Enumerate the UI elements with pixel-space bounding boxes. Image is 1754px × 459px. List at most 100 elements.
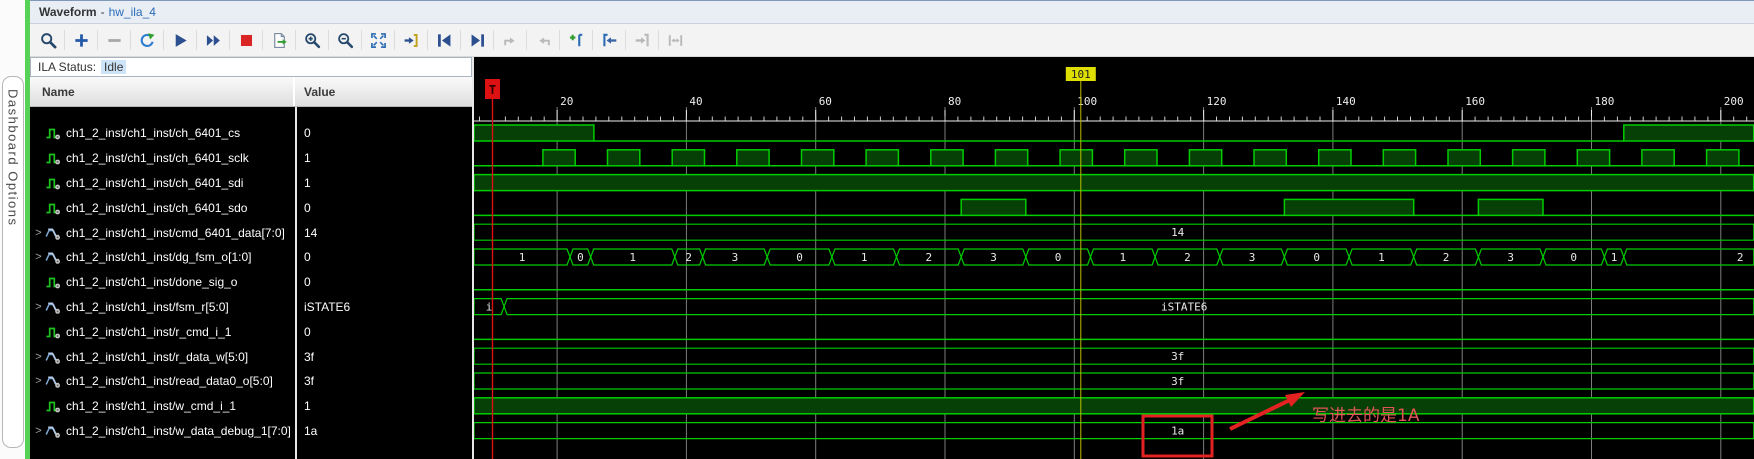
bit-signal-icon bbox=[45, 398, 61, 414]
ila-core-link[interactable]: hw_ila_4 bbox=[109, 5, 156, 19]
signal-name: ch1_2_inst/ch1_inst/done_sig_o bbox=[66, 275, 238, 290]
bus-signal-icon bbox=[45, 373, 61, 389]
bus-signal-icon bbox=[45, 225, 61, 241]
prev-transition-icon bbox=[503, 37, 515, 45]
add-button[interactable] bbox=[68, 27, 94, 53]
svg-text:3: 3 bbox=[990, 251, 997, 264]
toolbar-separator bbox=[592, 30, 593, 50]
dashboard-options-tab[interactable]: Dashboard Options bbox=[2, 76, 24, 448]
stop-icon bbox=[240, 34, 252, 46]
signal-value: 3f bbox=[304, 374, 315, 389]
export-icon bbox=[273, 32, 287, 48]
signal-row[interactable]: ch1_2_inst/ch1_inst/ch_6401_sdo 0 bbox=[30, 195, 472, 220]
goto-end-button[interactable] bbox=[464, 27, 490, 53]
expander-icon[interactable]: > bbox=[32, 301, 45, 313]
signal-row[interactable]: > ch1_2_inst/ch1_inst/read_data0_o[5:0] 3f bbox=[30, 369, 472, 394]
stop-trigger-button[interactable] bbox=[233, 27, 259, 53]
expander-icon[interactable]: > bbox=[32, 251, 45, 263]
toolbar-separator bbox=[328, 30, 329, 50]
export-ila-data-button[interactable] bbox=[266, 27, 292, 53]
zoom-out-icon bbox=[337, 32, 353, 48]
goto-trigger-icon bbox=[404, 33, 418, 47]
svg-text:101: 101 bbox=[1071, 68, 1091, 81]
run-trigger-button[interactable] bbox=[167, 27, 193, 53]
svg-text:1: 1 bbox=[519, 251, 526, 264]
svg-text:1: 1 bbox=[1378, 251, 1385, 264]
signal-row[interactable]: > ch1_2_inst/ch1_inst/cmd_6401_data[7:0] 1… bbox=[30, 220, 472, 245]
waveform-panel[interactable]: 20 40 60 80 100 120 140 160 180 200 14 1 0 1 2 3 0 1 2 3 0 1 2… bbox=[474, 57, 1754, 459]
zoom-fit-button[interactable] bbox=[365, 27, 391, 53]
bit-signal-icon bbox=[45, 175, 61, 191]
next-transition-icon bbox=[538, 37, 550, 45]
signal-row[interactable]: > ch1_2_inst/ch1_inst/fsm_r[5:0] iSTATE6 bbox=[30, 295, 472, 320]
goto-trigger-button[interactable] bbox=[398, 27, 424, 53]
expander-icon[interactable]: > bbox=[32, 351, 45, 363]
svg-text:3: 3 bbox=[1249, 251, 1256, 264]
goto-start-button[interactable] bbox=[431, 27, 457, 53]
bit-signal-icon bbox=[45, 200, 61, 216]
zoom-out-button[interactable] bbox=[332, 27, 358, 53]
goto-end-icon bbox=[471, 33, 484, 47]
column-header-name[interactable]: Name bbox=[30, 77, 295, 106]
run-trigger-immediate-button[interactable] bbox=[200, 27, 226, 53]
expander-icon[interactable]: > bbox=[32, 425, 45, 437]
toolbar-separator bbox=[229, 30, 230, 50]
column-header-value[interactable]: Value bbox=[295, 77, 472, 106]
add-marker-button[interactable] bbox=[563, 27, 589, 53]
signal-name-cell: > ch1_2_inst/ch1_inst/dg_fsm_o[1:0] bbox=[30, 249, 295, 265]
signal-value: 3f bbox=[304, 349, 315, 364]
ila-status-value: Idle bbox=[101, 60, 127, 74]
bit-signal-icon bbox=[45, 274, 61, 290]
zoom-in-button[interactable] bbox=[299, 27, 325, 53]
bit-signal-icon bbox=[45, 125, 61, 141]
signal-row[interactable]: ch1_2_inst/ch1_inst/done_sig_o 0 bbox=[30, 270, 472, 295]
toolbar-separator bbox=[295, 30, 296, 50]
previous-marker-button[interactable] bbox=[596, 27, 622, 53]
svg-text:140: 140 bbox=[1336, 95, 1356, 108]
signal-row[interactable]: ch1_2_inst/ch1_inst/ch_6401_cs 0 bbox=[30, 121, 472, 146]
add-marker-icon bbox=[569, 33, 582, 46]
ila-status-label: ILA Status: bbox=[38, 60, 97, 74]
signal-name: ch1_2_inst/ch1_inst/fsm_r[5:0] bbox=[66, 299, 229, 314]
bit-signal-icon bbox=[45, 150, 61, 166]
next-marker-button bbox=[629, 27, 655, 53]
signal-value: 0 bbox=[304, 324, 311, 339]
svg-text:100: 100 bbox=[1077, 95, 1097, 108]
signal-value: 1 bbox=[304, 151, 311, 166]
rearm-trigger-button[interactable] bbox=[134, 27, 160, 53]
zoom-fit-icon bbox=[370, 32, 386, 48]
bus-signal-icon bbox=[45, 423, 61, 439]
signal-name: ch1_2_inst/ch1_inst/dg_fsm_o[1:0] bbox=[66, 250, 252, 265]
signal-name-cell: ch1_2_inst/ch1_inst/w_cmd_i_1 bbox=[30, 398, 295, 414]
signal-row[interactable]: ch1_2_inst/ch1_inst/w_cmd_i_1 1 bbox=[30, 394, 472, 419]
signal-value: 1a bbox=[304, 423, 318, 438]
run-immediate-icon bbox=[206, 34, 220, 46]
signal-row[interactable]: > ch1_2_inst/ch1_inst/dg_fsm_o[1:0] 0 bbox=[30, 245, 472, 270]
signal-name-cell: > ch1_2_inst/ch1_inst/w_data_debug_1[7:0] bbox=[30, 423, 295, 439]
signal-row[interactable]: ch1_2_inst/ch1_inst/r_cmd_i_1 0 bbox=[30, 319, 472, 344]
signal-row[interactable]: > ch1_2_inst/ch1_inst/w_data_debug_1[7:0]… bbox=[30, 419, 472, 444]
expander-icon[interactable]: > bbox=[32, 375, 45, 387]
swap-markers-icon bbox=[668, 34, 682, 46]
signal-value: 0 bbox=[304, 126, 311, 141]
bus-signal-icon bbox=[45, 249, 61, 265]
svg-text:1: 1 bbox=[861, 251, 868, 264]
add-icon bbox=[74, 33, 88, 47]
signal-name: ch1_2_inst/ch1_inst/r_data_w[5:0] bbox=[66, 349, 249, 364]
signal-name-cell: ch1_2_inst/ch1_inst/ch_6401_cs bbox=[30, 125, 295, 141]
expander-icon[interactable]: > bbox=[32, 227, 45, 239]
search-button[interactable] bbox=[35, 27, 61, 53]
svg-text:3f: 3f bbox=[1171, 375, 1184, 388]
toolbar-separator bbox=[460, 30, 461, 50]
titlebar: Waveform - hw_ila_4 bbox=[30, 1, 1754, 24]
bus-signal-icon bbox=[45, 299, 61, 315]
signal-row[interactable]: ch1_2_inst/ch1_inst/ch_6401_sdi 1 bbox=[30, 171, 472, 196]
signal-row[interactable]: > ch1_2_inst/ch1_inst/r_data_w[5:0] 3f bbox=[30, 344, 472, 369]
toolbar-separator bbox=[493, 30, 494, 50]
signal-value: 14 bbox=[304, 225, 318, 240]
signal-row[interactable]: ch1_2_inst/ch1_inst/ch_6401_sclk 1 bbox=[30, 146, 472, 171]
svg-text:180: 180 bbox=[1595, 95, 1615, 108]
dashboard-options-strip: Dashboard Options bbox=[0, 0, 25, 459]
signal-name: ch1_2_inst/ch1_inst/w_cmd_i_1 bbox=[66, 399, 237, 414]
toolbar-separator bbox=[658, 30, 659, 50]
